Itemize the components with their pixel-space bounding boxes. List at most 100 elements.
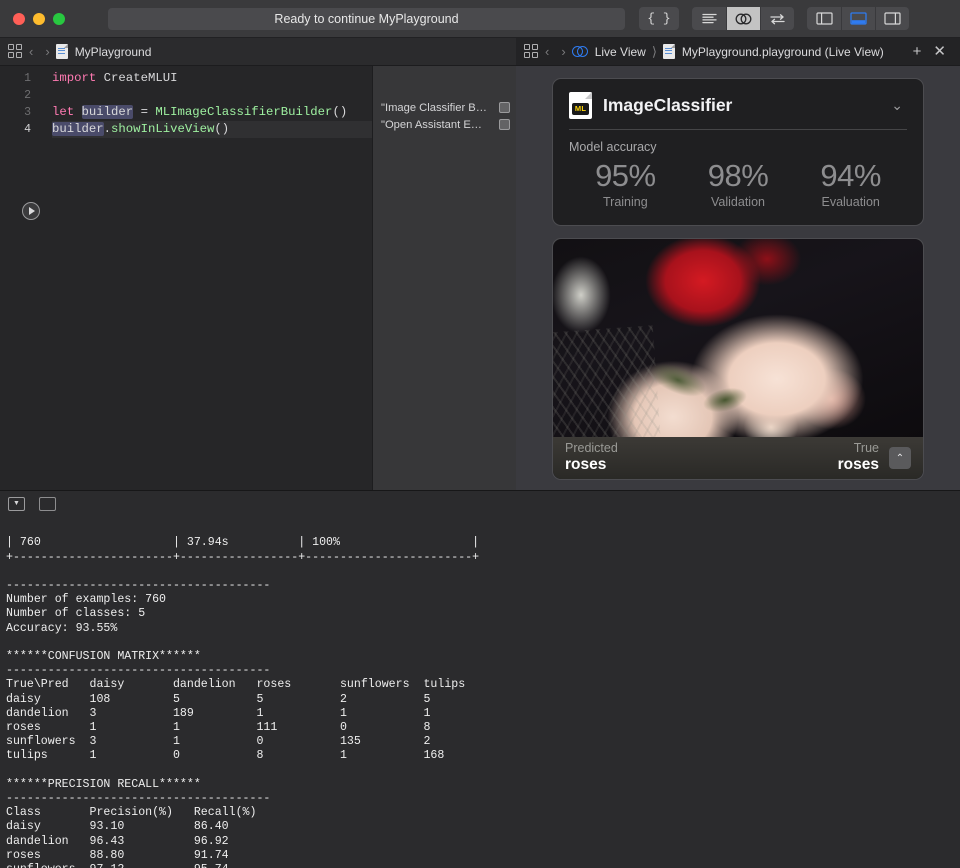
result-row[interactable]: "Image Classifier B… (373, 99, 516, 116)
code-line[interactable]: import CreateMLUI (52, 70, 372, 87)
result-text: "Image Classifier B… (381, 101, 487, 114)
page-fold (585, 91, 592, 99)
code-token: . (103, 122, 112, 136)
metric-value: 98% (707, 158, 769, 193)
clear-console-icon[interactable] (39, 496, 56, 511)
code-text[interactable]: import CreateMLUI let builder = MLImageCl… (52, 70, 372, 138)
related-items-icon[interactable] (8, 44, 23, 59)
predicted-column: Predicted roses (565, 441, 618, 474)
line-number-gutter: 1 2 3 4 (0, 66, 40, 490)
version-editor-button[interactable] (760, 7, 794, 30)
close-window-button[interactable] (13, 12, 25, 25)
title-bar: Ready to continue MyPlayground { } (0, 0, 960, 38)
metric-value: 95% (595, 158, 656, 193)
metric-validation: 98% Validation (682, 158, 795, 209)
ml-model-icon: ML (569, 91, 592, 119)
metric-evaluation: 94% Evaluation (794, 158, 907, 209)
toggle-debug-area-button[interactable] (841, 7, 875, 30)
true-label: True (853, 441, 879, 456)
playground-file-icon (55, 44, 68, 59)
assistant-editor-icon (571, 45, 588, 58)
code-line[interactable]: let builder = MLImageClassifierBuilder() (52, 104, 372, 121)
run-playground-button[interactable] (22, 202, 40, 220)
console-clipped-row: | 760 | 37.94s | 100% | (6, 536, 480, 550)
result-row[interactable]: "Open Assistant E… (373, 116, 516, 133)
code-token: showInLiveView (111, 122, 215, 136)
related-items-icon[interactable] (524, 44, 539, 59)
add-editor-button[interactable]: + (907, 44, 928, 59)
back-button[interactable]: ‹ (539, 44, 555, 59)
live-view-pane: ‹ › Live View ⟩ MyPlayground.playground … (516, 38, 960, 490)
quick-look-icon[interactable] (499, 119, 510, 130)
toggle-debug-area-icon (850, 12, 867, 25)
line-number: 2 (24, 89, 31, 102)
source-editor-pane: ‹ › MyPlayground 1 2 3 4 import CreateML… (0, 38, 516, 490)
assistant-editor-icon (735, 13, 752, 24)
metric-value: 94% (820, 158, 881, 193)
status-text: Ready to continue MyPlayground (274, 11, 459, 26)
model-accuracy-label: Model accuracy (569, 140, 657, 154)
code-token: builder (81, 105, 134, 119)
code-line[interactable] (52, 87, 372, 104)
back-button[interactable]: ‹ (23, 44, 39, 59)
playground-file-icon (662, 44, 675, 59)
model-title: ImageClassifier (603, 94, 733, 115)
list-lines-icon (701, 13, 717, 24)
code-token: CreateMLUI (103, 71, 178, 85)
close-editor-button[interactable]: ✕ (927, 44, 952, 59)
code-tools-group: { } (639, 7, 679, 30)
editor-filename[interactable]: MyPlayground (75, 45, 152, 59)
editor-jump-bar: ‹ › MyPlayground (0, 38, 516, 66)
metric-training: 95% Training (569, 158, 682, 209)
swap-arrows-icon (770, 13, 785, 24)
live-view-content: ML ImageClassifier ⌄ Model accuracy 95% … (516, 66, 960, 490)
toggle-navigator-button[interactable] (807, 7, 841, 30)
code-line[interactable]: builder.showInLiveView() (52, 121, 372, 138)
breadcrumb-separator-icon: ⟩ (651, 43, 657, 59)
quick-look-icon[interactable] (499, 102, 510, 113)
forward-button[interactable]: › (555, 44, 571, 59)
code-token: () (214, 122, 230, 136)
code-token: = (133, 105, 156, 119)
toggle-inspector-button[interactable] (875, 7, 909, 30)
toggle-navigator-icon (815, 12, 833, 25)
prediction-card[interactable]: Predicted roses True roses ⌃ (552, 238, 924, 480)
editor-mode-group (692, 7, 794, 30)
debug-console: ▼ | 760 | 37.94s | 100% | +--------------… (0, 490, 960, 868)
wicker-texture (553, 325, 662, 439)
card-header: ML ImageClassifier ⌄ (569, 90, 907, 120)
expand-results-button[interactable]: ⌃ (889, 447, 911, 469)
accuracy-metrics-row: 95% Training 98% Validation 94% Evaluati… (569, 158, 907, 209)
live-view-jump-bar: ‹ › Live View ⟩ MyPlayground.playground … (516, 38, 960, 66)
assistant-editor-button[interactable] (726, 7, 760, 30)
standard-editor-button[interactable] (692, 7, 726, 30)
zoom-window-button[interactable] (53, 12, 65, 25)
code-token: builder (52, 122, 104, 136)
results-sidebar: "Image Classifier B… "Open Assistant E… (372, 66, 516, 490)
result-text: "Open Assistant E… (381, 118, 482, 131)
roses-photograph (553, 239, 923, 439)
chevron-down-icon[interactable]: ⌄ (891, 97, 907, 114)
leaf-shape (700, 384, 750, 416)
forward-button[interactable]: › (39, 44, 55, 59)
console-output[interactable]: | 760 | 37.94s | 100% | +----------------… (0, 516, 960, 868)
minimize-window-button[interactable] (33, 12, 45, 25)
card-divider (569, 129, 907, 130)
xcode-playground-window: Ready to continue MyPlayground { } ‹ › M… (0, 0, 960, 868)
braces-button[interactable]: { } (639, 7, 679, 30)
code-token: let (52, 105, 75, 119)
code-token: import (52, 71, 97, 85)
true-value: roses (837, 455, 879, 473)
metric-caption: Evaluation (821, 195, 880, 209)
metric-caption: Training (602, 195, 648, 209)
true-column: True roses (837, 441, 879, 474)
live-view-scope[interactable]: Live View (595, 45, 646, 59)
window-controls (0, 12, 65, 25)
console-toolbar: ▼ (0, 491, 960, 516)
code-editor[interactable]: 1 2 3 4 import CreateMLUI let builder = M… (0, 66, 372, 490)
filter-console-icon[interactable]: ▼ (8, 496, 25, 511)
live-view-filename[interactable]: MyPlayground.playground (Live View) (682, 45, 884, 59)
model-accuracy-card: ML ImageClassifier ⌄ Model accuracy 95% … (552, 78, 924, 226)
